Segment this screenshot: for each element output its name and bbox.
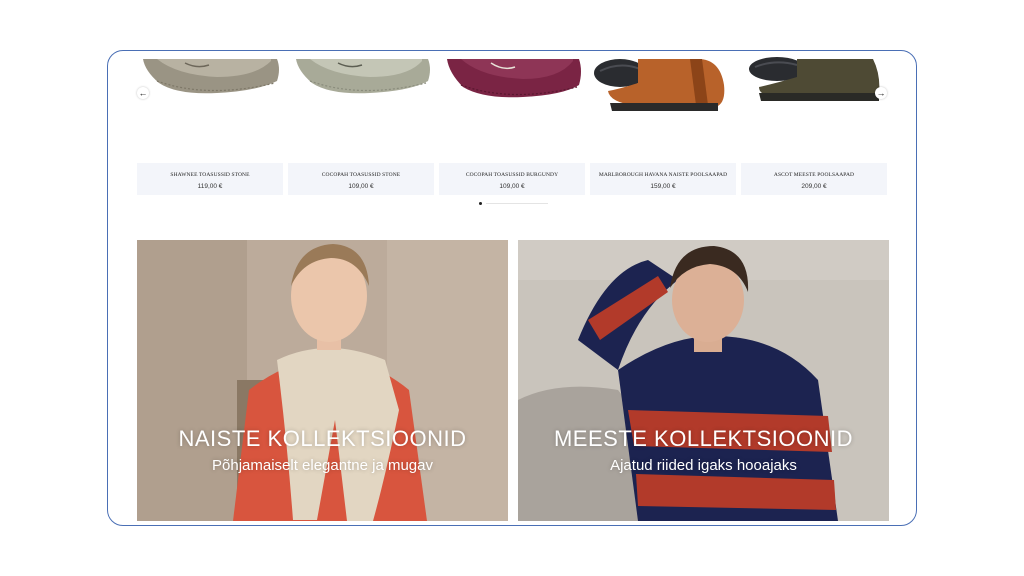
product-name[interactable]: COCOPAH TOASUSSID STONE <box>288 172 434 178</box>
product-info: COCOPAH TOASUSSID STONE 109,00 € <box>288 163 434 195</box>
banner-subtitle: Ajatud riided igaks hooajaks <box>610 457 797 474</box>
product-card[interactable]: SHAWNEE TOASUSSID STONE 119,00 € <box>137 55 283 195</box>
product-image[interactable] <box>590 55 736 163</box>
product-price: 119,00 € <box>197 183 223 190</box>
women-banner-photo <box>137 240 508 521</box>
product-price: 109,00 € <box>499 183 525 190</box>
women-collection-banner[interactable]: NAISTE KOLLEKTSIOONID Põhjamaiselt elega… <box>137 240 508 521</box>
pagination-dot-active[interactable] <box>479 202 482 205</box>
product-carousel: SHAWNEE TOASUSSID STONE 119,00 € COCOPAH… <box>108 51 916 221</box>
product-card[interactable]: COCOPAH TOASUSSID BURGUNDY 109,00 € <box>439 55 585 195</box>
product-info: ASCOT MEESTE POOLSAAPAD 209,00 € <box>741 163 887 195</box>
product-price: 109,00 € <box>348 183 374 190</box>
product-price: 159,00 € <box>650 183 676 190</box>
product-info: MARLBOROUGH HAVANA NAISTE POOLSAAPAD 159… <box>590 163 736 195</box>
men-collection-banner[interactable]: MEESTE KOLLEKTSIOONID Ajatud riided igak… <box>518 240 889 521</box>
product-name[interactable]: COCOPAH TOASUSSID BURGUNDY <box>439 172 585 178</box>
product-card[interactable]: ASCOT MEESTE POOLSAAPAD 209,00 € <box>741 55 887 195</box>
browser-frame: SHAWNEE TOASUSSID STONE 119,00 € COCOPAH… <box>107 50 917 526</box>
product-image[interactable] <box>439 55 585 163</box>
product-price: 209,00 € <box>801 183 827 190</box>
product-info: SHAWNEE TOASUSSID STONE 119,00 € <box>137 163 283 195</box>
product-name[interactable]: ASCOT MEESTE POOLSAAPAD <box>741 172 887 178</box>
product-card[interactable]: MARLBOROUGH HAVANA NAISTE POOLSAAPAD 159… <box>590 55 736 195</box>
product-card[interactable]: COCOPAH TOASUSSID STONE 109,00 € <box>288 55 434 195</box>
pagination-track[interactable] <box>486 203 548 204</box>
product-info: COCOPAH TOASUSSID BURGUNDY 109,00 € <box>439 163 585 195</box>
product-image[interactable] <box>288 55 434 163</box>
men-banner-photo <box>518 240 889 521</box>
banner-title[interactable]: MEESTE KOLLEKTSIOONID <box>518 426 889 452</box>
product-name[interactable]: MARLBOROUGH HAVANA NAISTE POOLSAAPAD <box>590 172 736 178</box>
arrow-right-icon[interactable]: → <box>875 87 887 99</box>
product-image[interactable] <box>137 55 283 163</box>
carousel-pagination[interactable] <box>478 202 550 205</box>
arrow-left-icon[interactable]: ← <box>137 87 149 99</box>
banner-title[interactable]: NAISTE KOLLEKTSIOONID <box>137 426 508 452</box>
banner-subtitle: Põhjamaiselt elegantne ja mugav <box>212 457 433 474</box>
product-image[interactable] <box>741 55 887 163</box>
product-name[interactable]: SHAWNEE TOASUSSID STONE <box>137 172 283 178</box>
